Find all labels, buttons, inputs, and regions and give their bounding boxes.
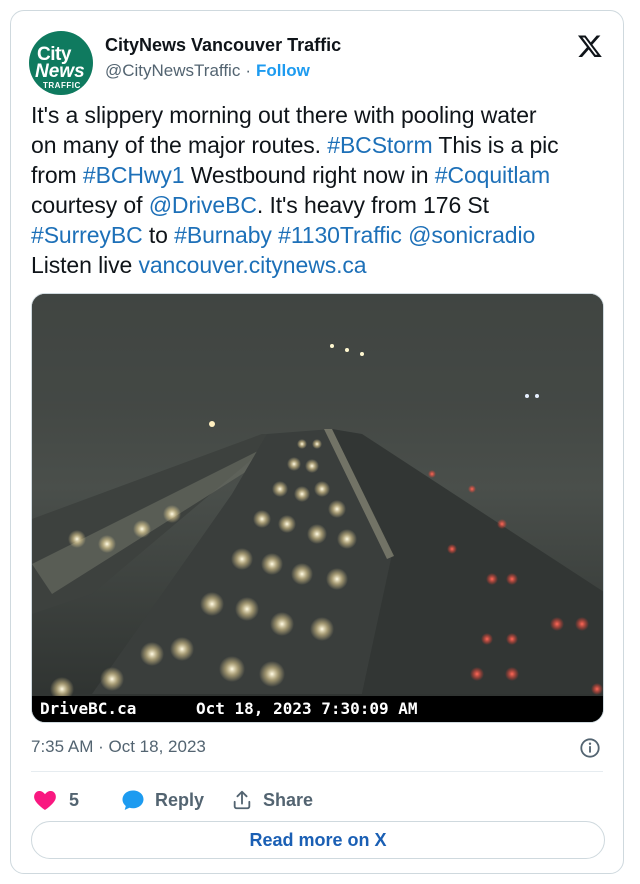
tweet-line-2: on many of the major routes. #BCStorm Th…	[31, 130, 611, 160]
account-handle[interactable]: @CityNewsTraffic	[105, 61, 240, 80]
divider	[31, 771, 603, 772]
tweet-text-segment: courtesy of	[31, 192, 149, 218]
tweet-text-segment: . It's heavy from 176 St	[256, 192, 489, 218]
handle-separator: ·	[245, 61, 251, 80]
mention-drivebc[interactable]: @DriveBC	[149, 192, 257, 218]
share-label: Share	[263, 789, 314, 810]
tweet-line-6: Listen live vancouver.citynews.ca	[31, 250, 611, 280]
camera-timestamp: Oct 18, 2023 7:30:09 AM	[196, 699, 418, 718]
traffic-scene	[32, 294, 603, 722]
avatar-logo-traffic: TRAFFIC	[43, 81, 81, 90]
avatar-logo-news: News	[35, 61, 85, 82]
tweet-text-segment: on many of the major routes.	[31, 132, 328, 158]
info-icon[interactable]	[579, 737, 601, 759]
tweet-text-segment: Listen live	[31, 252, 139, 278]
reply-button[interactable]: Reply	[121, 785, 204, 815]
reply-label: Reply	[155, 789, 205, 810]
hashtag-burnaby[interactable]: #Burnaby	[174, 222, 272, 248]
avatar[interactable]: City News TRAFFIC	[29, 31, 93, 95]
share-icon	[233, 790, 251, 810]
hashtag-coquitlam[interactable]: #Coquitlam	[435, 162, 550, 188]
fog-band	[32, 294, 603, 404]
like-button[interactable]: 5	[33, 785, 79, 815]
camera-source: DriveBC.ca	[40, 699, 137, 718]
handle-row: @CityNewsTraffic · Follow	[105, 61, 310, 81]
tweet-text-segment: It's a slippery morning out there with p…	[31, 102, 537, 128]
mention-sonicradio[interactable]: @sonicradio	[408, 222, 535, 248]
share-button[interactable]: Share	[231, 785, 313, 815]
like-count: 5	[69, 789, 80, 810]
heart-icon	[34, 791, 56, 810]
tweet-text-segment: to	[142, 222, 175, 248]
tweet-time: 7:35 AM	[31, 737, 94, 756]
tweet-text-segment: Westbound right now in	[184, 162, 435, 188]
timestamp-separator: ·	[98, 737, 104, 756]
tweet-text-segment: This is a pic	[432, 132, 559, 158]
reply-bubble-icon	[122, 790, 144, 810]
hashtag-1130traffic[interactable]: #1130Traffic	[278, 222, 402, 248]
link-citynews[interactable]: vancouver.citynews.ca	[138, 252, 366, 278]
follow-button[interactable]: Follow	[256, 61, 310, 80]
action-bar: 5 Reply Share	[31, 785, 591, 815]
tweet-line-4: courtesy of @DriveBC. It's heavy from 17…	[31, 190, 611, 220]
tweet-date: Oct 18, 2023	[108, 737, 206, 756]
tweet-timestamp[interactable]: 7:35 AM · Oct 18, 2023	[31, 737, 206, 757]
hashtag-bchwy1[interactable]: #BCHwy1	[83, 162, 185, 188]
tweet-text-segment: from	[31, 162, 83, 188]
x-logo-icon[interactable]	[577, 33, 603, 59]
tweet-line-5: #SurreyBC to #Burnaby #1130Traffic @soni…	[31, 220, 611, 250]
tweet-line-3: from #BCHwy1 Westbound right now in #Coq…	[31, 160, 611, 190]
tweet-text: It's a slippery morning out there with p…	[31, 100, 611, 280]
hashtag-bcstorm[interactable]: #BCStorm	[327, 132, 432, 158]
hashtag-surreybc[interactable]: #SurreyBC	[31, 222, 143, 248]
tweet-card: City News TRAFFIC CityNews Vancouver Tra…	[10, 10, 624, 874]
camera-caption-bar: DriveBC.ca Oct 18, 2023 7:30:09 AM	[32, 696, 603, 722]
read-more-button[interactable]: Read more on X	[31, 821, 605, 859]
tweet-line-1: It's a slippery morning out there with p…	[31, 100, 611, 130]
traffic-camera-image[interactable]: DriveBC.ca Oct 18, 2023 7:30:09 AM	[31, 293, 604, 723]
account-name[interactable]: CityNews Vancouver Traffic	[105, 35, 341, 56]
